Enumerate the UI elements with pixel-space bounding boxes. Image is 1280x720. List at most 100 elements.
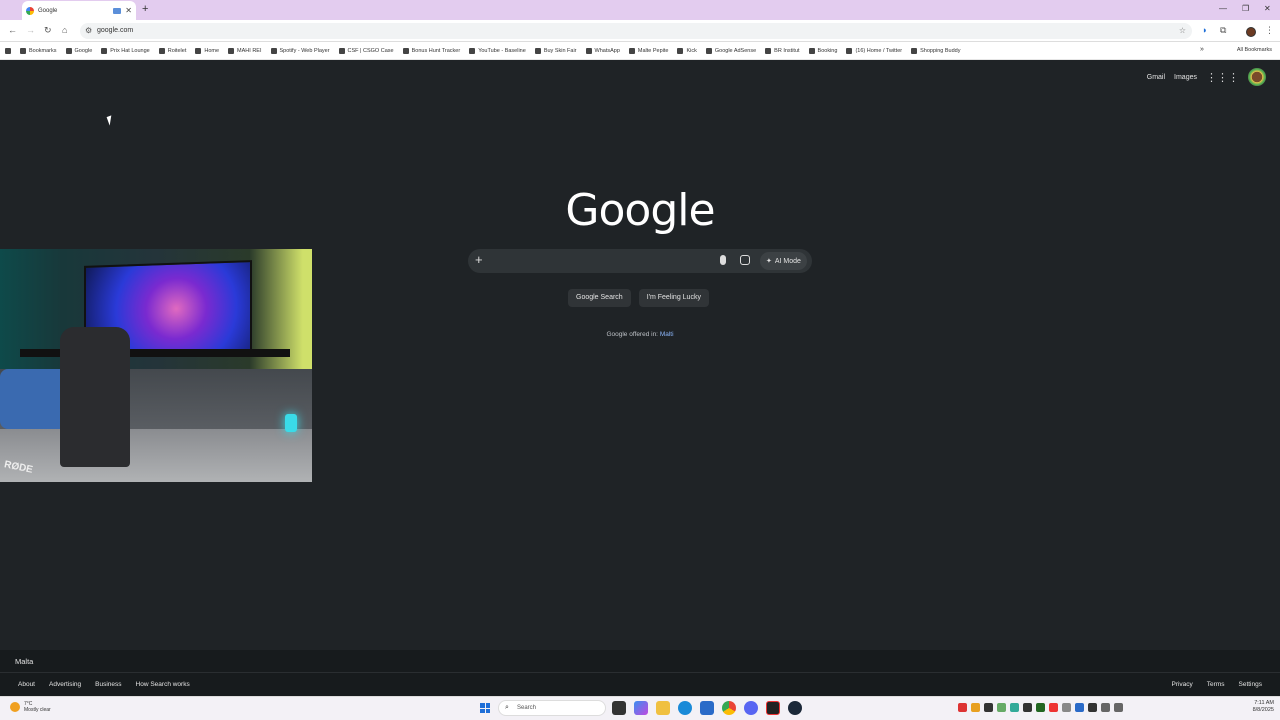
- weather-widget[interactable]: 7°C Mostly clear: [10, 701, 51, 713]
- discord-icon[interactable]: [744, 701, 758, 715]
- menu-icon[interactable]: ⋮: [1265, 25, 1274, 36]
- language-link-malti[interactable]: Malti: [660, 331, 674, 338]
- bookmark-item[interactable]: Kick: [677, 47, 697, 54]
- search-box[interactable]: + ✦ AI Mode: [468, 249, 812, 273]
- audio-icon[interactable]: [113, 7, 122, 14]
- bookmark-item[interactable]: YouTube - Baseline: [469, 47, 526, 54]
- apps-shortcut[interactable]: [5, 47, 11, 54]
- all-bookmarks-button[interactable]: All Bookmarks: [1237, 47, 1272, 53]
- tray-icon[interactable]: [997, 703, 1006, 712]
- tray-icon[interactable]: [1049, 703, 1058, 712]
- bookmark-icon: [20, 47, 26, 54]
- footer-links-left: About Advertising Business How Search wo…: [18, 681, 190, 688]
- bookmark-item[interactable]: Google AdSense: [705, 47, 757, 54]
- bookmark-item[interactable]: Bonus Hunt Tracker: [402, 47, 460, 54]
- media-icon[interactable]: ◗: [1202, 25, 1207, 35]
- google-search-button[interactable]: Google Search: [568, 289, 631, 307]
- bookmark-item[interactable]: Buy Skin Fair: [534, 47, 577, 54]
- bookmark-item[interactable]: Roitelet: [158, 47, 187, 54]
- copilot-icon[interactable]: [634, 701, 648, 715]
- images-link[interactable]: Images: [1174, 74, 1197, 81]
- minimize-button[interactable]: —: [1219, 4, 1227, 13]
- tray-icon[interactable]: [1062, 703, 1071, 712]
- bookmark-item[interactable]: Google: [65, 47, 92, 54]
- tray-icon[interactable]: [984, 703, 993, 712]
- close-tab-icon[interactable]: ✕: [125, 6, 132, 15]
- bookmark-item[interactable]: WhatsApp: [585, 47, 620, 54]
- home-icon[interactable]: ⌂: [62, 25, 67, 35]
- search-input[interactable]: [492, 253, 712, 269]
- ai-mode-button[interactable]: ✦ AI Mode: [760, 252, 807, 270]
- bookmark-item[interactable]: (16) Home / Twitter: [846, 47, 903, 54]
- tray-icon[interactable]: [971, 703, 980, 712]
- volume-icon[interactable]: [1114, 703, 1123, 712]
- more-bookmarks-icon[interactable]: »: [1200, 46, 1204, 53]
- how-search-works-link[interactable]: How Search works: [136, 681, 190, 688]
- tray-icon[interactable]: [958, 703, 967, 712]
- bookmark-item[interactable]: Home: [195, 47, 219, 54]
- google-lens-icon[interactable]: [740, 255, 750, 265]
- bookmark-label: Google AdSense: [714, 47, 757, 54]
- feeling-lucky-button[interactable]: I'm Feeling Lucky: [638, 289, 709, 307]
- maximize-button[interactable]: ❐: [1242, 4, 1249, 13]
- bookmark-label: CSF | CSGO Case: [347, 47, 394, 54]
- google-apps-icon[interactable]: ⋮⋮⋮: [1206, 71, 1239, 84]
- settings-link[interactable]: Settings: [1239, 681, 1263, 688]
- tray-icon[interactable]: [1010, 703, 1019, 712]
- bookmark-icon: [65, 47, 72, 54]
- plus-icon[interactable]: +: [475, 252, 483, 267]
- network-icon[interactable]: [1101, 703, 1110, 712]
- offered-text: Google offered in:: [606, 331, 660, 338]
- tray-icon[interactable]: [1036, 703, 1045, 712]
- gmail-link[interactable]: Gmail: [1147, 74, 1165, 81]
- bookmark-icon: [677, 47, 684, 54]
- edge-icon[interactable]: [678, 701, 692, 715]
- bookmark-item[interactable]: Spotify - Web Player: [270, 47, 330, 54]
- close-window-button[interactable]: ✕: [1264, 4, 1271, 13]
- taskbar-search[interactable]: ⌕ Search: [498, 700, 606, 716]
- bookmark-item[interactable]: BR Institut: [765, 47, 800, 54]
- tab-google[interactable]: Google ✕: [22, 1, 136, 20]
- chrome-icon[interactable]: [722, 701, 736, 715]
- tray-icon[interactable]: [1023, 703, 1032, 712]
- windows-start-icon[interactable]: [480, 703, 490, 713]
- sparkle-icon: ✦: [766, 258, 772, 265]
- bookmark-icon: [808, 47, 815, 54]
- task-view-icon[interactable]: [612, 701, 626, 715]
- site-info-icon[interactable]: ⚙: [85, 23, 92, 39]
- back-icon[interactable]: ←: [8, 25, 17, 35]
- bookmark-item[interactable]: CSF | CSGO Case: [338, 47, 394, 54]
- bookmark-label: Roitelet: [167, 47, 187, 54]
- steam-icon[interactable]: [788, 701, 802, 715]
- system-clock[interactable]: 7:11 AM 8/8/2025: [1253, 700, 1274, 714]
- extensions-icon[interactable]: ⧉: [1220, 25, 1226, 36]
- advertising-link[interactable]: Advertising: [49, 681, 81, 688]
- about-link[interactable]: About: [18, 681, 35, 688]
- file-explorer-icon[interactable]: [656, 701, 670, 715]
- bookmark-label: (16) Home / Twitter: [855, 47, 903, 54]
- reload-icon[interactable]: ↻: [44, 25, 52, 36]
- business-link[interactable]: Business: [95, 681, 121, 688]
- obs-icon[interactable]: [766, 701, 780, 715]
- store-icon[interactable]: [700, 701, 714, 715]
- terms-link[interactable]: Terms: [1207, 681, 1225, 688]
- webcam-lamp: [285, 414, 297, 432]
- bookmark-label: Buy Skin Fair: [543, 47, 577, 54]
- bookmark-item[interactable]: Shopping Buddy: [911, 47, 960, 54]
- profile-avatar-small[interactable]: [1246, 27, 1256, 37]
- privacy-link[interactable]: Privacy: [1171, 681, 1192, 688]
- address-bar[interactable]: ⚙ google.com ☆: [80, 23, 1192, 39]
- bookmark-item[interactable]: Bookmarks: [20, 47, 57, 54]
- bookmark-item[interactable]: Malte Pepite: [628, 47, 668, 54]
- new-tab-button[interactable]: +: [142, 3, 148, 15]
- bookmark-star-icon[interactable]: ☆: [1179, 23, 1186, 39]
- bookmark-label: MAHI REI: [237, 47, 262, 54]
- bookmark-item[interactable]: Prix Hat Lounge: [101, 47, 150, 54]
- tray-icon[interactable]: [1088, 703, 1097, 712]
- bluetooth-icon[interactable]: [1075, 703, 1084, 712]
- microphone-icon[interactable]: [720, 255, 726, 265]
- account-avatar[interactable]: [1248, 68, 1266, 86]
- forward-icon[interactable]: →: [26, 25, 35, 35]
- bookmark-item[interactable]: Booking: [808, 47, 837, 54]
- bookmark-item[interactable]: MAHI REI: [228, 47, 262, 54]
